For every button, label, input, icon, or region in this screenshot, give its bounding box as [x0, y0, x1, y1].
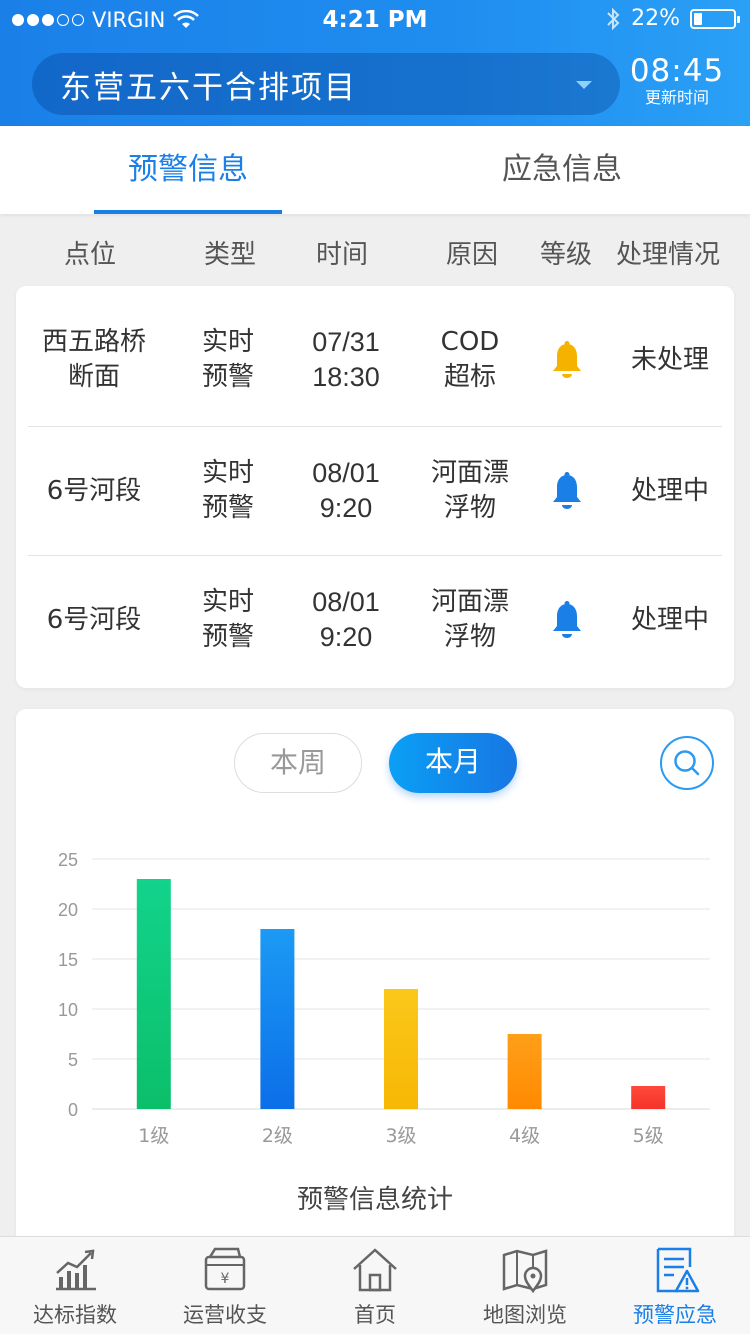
update-time: 08:45 更新时间	[626, 54, 728, 108]
tab-warning-info[interactable]: 预警信息	[94, 126, 282, 214]
y-tick-label: 0	[68, 1100, 78, 1120]
warning-doc-icon	[656, 1247, 700, 1293]
row-clock: 9:20	[319, 622, 373, 652]
row-reason: 河面漂 浮物	[430, 458, 509, 523]
row-status: 未处理	[630, 344, 709, 375]
status-bar: VIRGIN 4:21 PM 22%	[0, 0, 750, 42]
row-level	[544, 427, 590, 555]
bottom-navigation: 达标指数 ¥ 运营收支 首页 地图浏览 预警应急	[0, 1236, 750, 1334]
row-time: 08/01 9:20	[296, 556, 396, 684]
project-dropdown[interactable]: 东营五六干合排项目	[32, 53, 620, 115]
nav-label: 预警应急	[633, 1303, 717, 1327]
row-site: 6号河段	[46, 475, 142, 506]
chart-title: 预警信息统计	[296, 1185, 453, 1215]
table-header: 点位 类型 时间 原因 等级 处理情况	[0, 214, 750, 286]
y-tick-label: 10	[58, 1000, 78, 1020]
home-icon	[353, 1248, 397, 1292]
table-row[interactable]: 6号河段 实时 预警 08/01 9:20 河面漂 浮物 处理中	[28, 426, 722, 555]
bluetooth-icon	[607, 7, 620, 30]
update-time-value: 08:45	[629, 53, 725, 89]
row-status: 处理中	[630, 475, 709, 506]
row-site: 6号河段	[46, 604, 142, 635]
wallet-yen-icon: ¥	[204, 1247, 246, 1291]
row-date: 08/01	[312, 458, 380, 488]
search-button[interactable]	[660, 736, 714, 790]
row-time: 07/31 18:30	[296, 296, 396, 424]
row-status: 处理中	[630, 604, 709, 635]
column-header-time: 时间	[315, 240, 368, 270]
bar-level-4	[507, 1034, 542, 1109]
row-reason: COD 超标	[440, 327, 500, 392]
bell-icon	[553, 472, 581, 509]
project-name: 东营五六干合排项目	[60, 69, 357, 106]
update-time-label: 更新时间	[644, 88, 709, 107]
status-right: 22%	[605, 6, 740, 31]
row-level	[544, 296, 590, 424]
nav-label: 首页	[354, 1303, 396, 1327]
table-row[interactable]: 6号河段 实时 预警 08/01 9:20 河面漂 浮物 处理中	[28, 555, 722, 684]
row-time: 08/01 9:20	[296, 427, 396, 555]
x-tick-label: 3级	[385, 1125, 416, 1147]
bar-level-1	[136, 879, 171, 1109]
chevron-down-icon	[576, 81, 592, 89]
nav-map[interactable]: 地图浏览	[450, 1237, 600, 1334]
nav-label: 地图浏览	[483, 1303, 567, 1327]
statistics-card: 本周 本月 0 5 10 15 20 25 1级 2级 3级 4级 5级 预警信息统计	[16, 709, 734, 1249]
column-header-level: 等级	[539, 240, 592, 270]
row-type: 实时 预警	[201, 327, 254, 392]
period-week-button[interactable]: 本周	[234, 733, 362, 793]
row-site: 西五路桥 断面	[41, 327, 146, 392]
y-tick-label: 25	[58, 850, 78, 870]
nav-compliance-index[interactable]: 达标指数	[0, 1237, 150, 1334]
bar-level-3	[384, 989, 418, 1109]
tab-emergency-info[interactable]: 应急信息	[468, 126, 656, 214]
battery-icon	[690, 8, 740, 29]
row-type: 实时 预警	[201, 587, 254, 652]
column-header-site: 点位	[63, 240, 116, 270]
row-date: 08/01	[312, 587, 380, 617]
y-tick-label: 20	[58, 900, 78, 920]
y-tick-label: 5	[68, 1050, 78, 1070]
tab-bar: 预警信息 应急信息	[0, 126, 750, 214]
column-header-type: 类型	[203, 240, 256, 270]
row-reason: 河面漂 浮物	[430, 587, 509, 652]
x-tick-label: 5级	[633, 1125, 664, 1147]
column-header-status: 处理情况	[615, 240, 720, 270]
column-header-reason: 原因	[445, 240, 498, 270]
app-header: VIRGIN 4:21 PM 22% 东营五六干合排项目 08:45 更新时间	[0, 0, 750, 126]
x-tick-label: 4级	[509, 1125, 540, 1147]
row-clock: 18:30	[312, 362, 380, 392]
svg-text:¥: ¥	[221, 1271, 230, 1287]
nav-operations[interactable]: ¥ 运营收支	[150, 1237, 300, 1334]
search-icon	[674, 750, 700, 776]
row-clock: 9:20	[319, 493, 373, 523]
warning-level-chart: 0 5 10 15 20 25 1级 2级 3级 4级 5级	[58, 850, 710, 1147]
x-tick-label: 1级	[138, 1125, 169, 1147]
table-row[interactable]: 西五路桥 断面 实时 预警 07/31 18:30 COD 超标 未处理	[28, 296, 722, 425]
warning-list: 西五路桥 断面 实时 预警 07/31 18:30 COD 超标 未处理 6号河段 实时…	[16, 286, 734, 688]
row-date: 07/31	[312, 327, 380, 357]
nav-home[interactable]: 首页	[300, 1237, 450, 1334]
nav-label: 运营收支	[183, 1303, 267, 1327]
chart-trend-icon	[56, 1249, 96, 1291]
period-month-button[interactable]: 本月	[389, 733, 517, 793]
row-level	[544, 556, 590, 684]
nav-label: 达标指数	[33, 1303, 117, 1327]
x-tick-label: 2级	[262, 1125, 293, 1147]
map-pin-icon	[502, 1249, 548, 1294]
battery-percent: 22%	[631, 6, 680, 31]
row-type: 实时 预警	[201, 458, 254, 523]
bar-level-5	[631, 1086, 666, 1109]
bell-icon	[553, 341, 581, 378]
nav-warning-emergency[interactable]: 预警应急	[600, 1237, 750, 1334]
y-tick-label: 15	[58, 950, 78, 970]
bar-level-2	[260, 929, 295, 1109]
bell-icon	[553, 601, 581, 638]
